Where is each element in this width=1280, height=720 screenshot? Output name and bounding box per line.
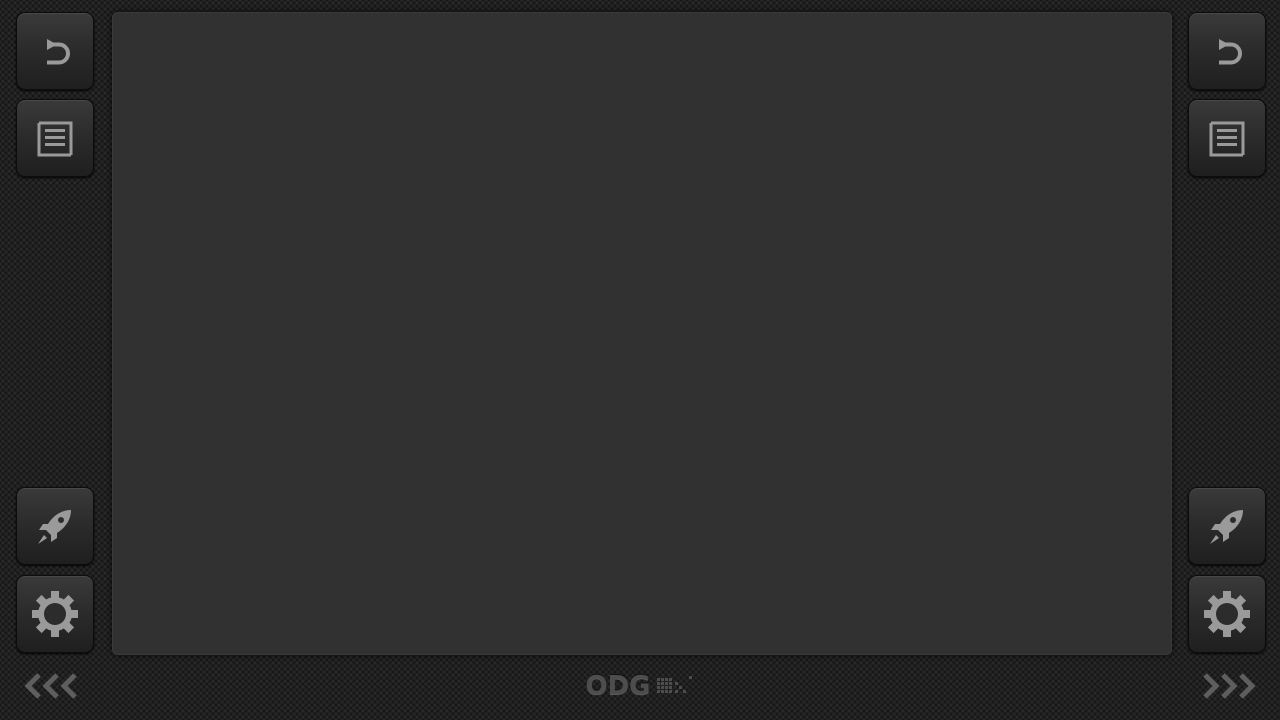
- gear-icon: [30, 589, 80, 639]
- main-display-area[interactable]: [112, 12, 1172, 655]
- previous-page-button[interactable]: [22, 668, 86, 704]
- rocket-icon: [1203, 502, 1251, 550]
- rocket-icon: [31, 502, 79, 550]
- right-list-button[interactable]: [1188, 99, 1266, 177]
- logo-pixel-mark-icon: [656, 674, 695, 698]
- triple-chevron-left-icon: [23, 671, 85, 701]
- right-undo-button[interactable]: [1188, 12, 1266, 90]
- right-launch-button[interactable]: [1188, 487, 1266, 565]
- undo-icon: [33, 29, 77, 73]
- list-icon: [33, 116, 77, 160]
- undo-icon: [1205, 29, 1249, 73]
- triple-chevron-right-icon: [1195, 671, 1257, 701]
- odg-logo: ODG: [570, 668, 710, 704]
- left-settings-button[interactable]: [16, 575, 94, 653]
- right-settings-button[interactable]: [1188, 575, 1266, 653]
- next-page-button[interactable]: [1194, 668, 1258, 704]
- left-launch-button[interactable]: [16, 487, 94, 565]
- left-list-button[interactable]: [16, 99, 94, 177]
- left-undo-button[interactable]: [16, 12, 94, 90]
- gear-icon: [1202, 589, 1252, 639]
- list-icon: [1205, 116, 1249, 160]
- logo-text: ODG: [585, 671, 651, 701]
